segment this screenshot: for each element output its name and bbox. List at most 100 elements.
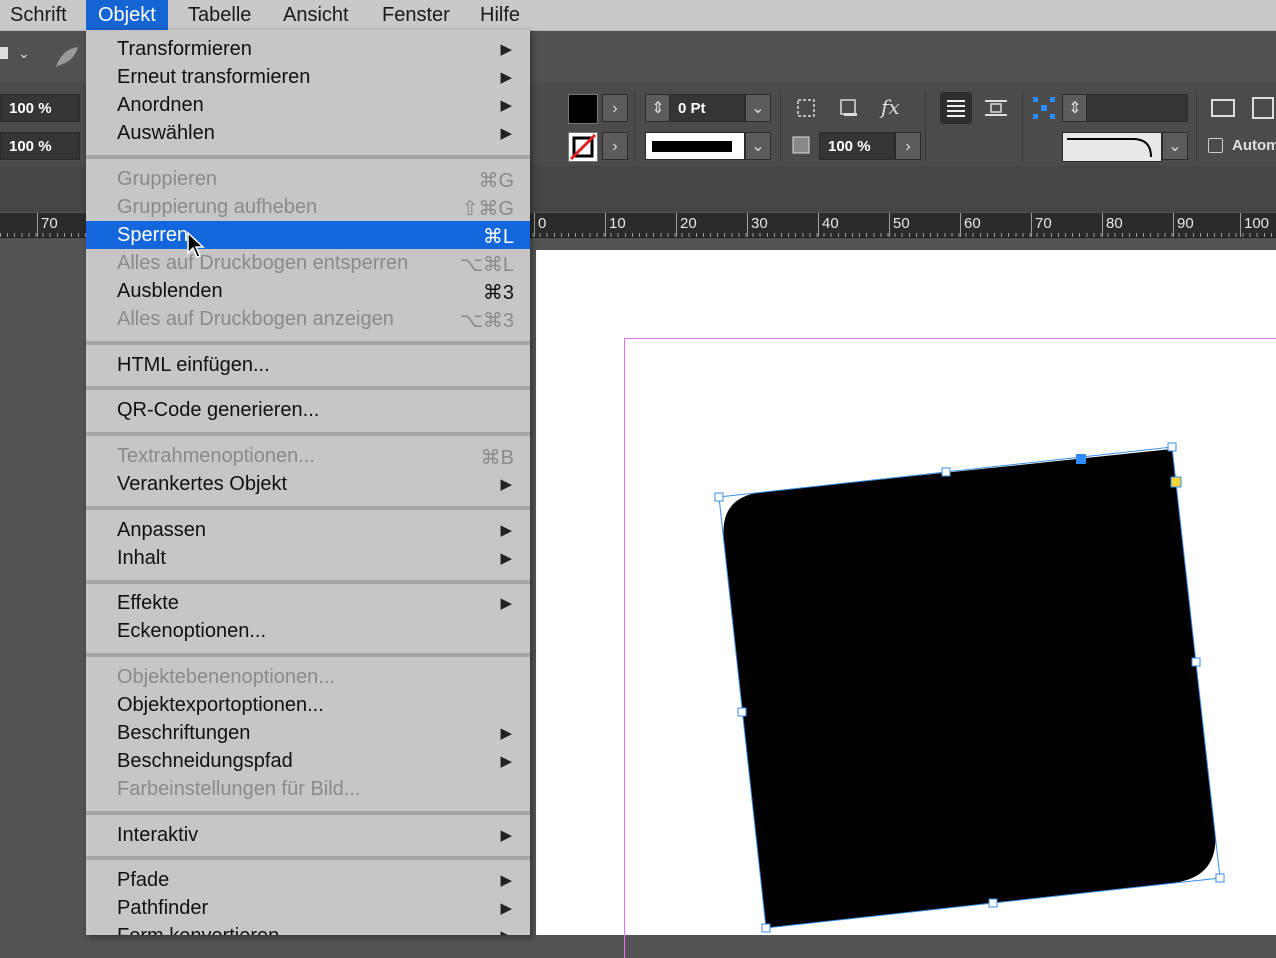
stroke-menu-button[interactable]: ›: [602, 132, 628, 160]
menu-ansicht[interactable]: Ansicht: [273, 0, 359, 30]
menu-item-effekte[interactable]: Effekte ▶: [86, 589, 530, 617]
ruler-label: 10: [609, 215, 626, 232]
menu-item-qr-code[interactable]: QR-Code generieren...: [86, 396, 530, 424]
shadow-icon[interactable]: [838, 97, 860, 119]
menu-divider: [86, 341, 530, 345]
ruler-label: 90: [1177, 215, 1194, 232]
submenu-arrow-icon: ▶: [500, 753, 512, 770]
submenu-arrow-icon: ▶: [500, 97, 512, 114]
stroke-type-preview: [652, 141, 732, 152]
menu-item-gruppieren: Gruppieren ⌘G: [117, 168, 514, 192]
corner-shape-dropdown[interactable]: ⌄: [1162, 132, 1188, 160]
menu-item-interaktiv[interactable]: Interaktiv ▶: [86, 821, 530, 849]
submenu-arrow-icon: ▶: [500, 872, 512, 889]
fx-icon[interactable]: fx: [881, 95, 900, 119]
fill-menu-button[interactable]: ›: [602, 94, 628, 122]
stroke-type-dropdown[interactable]: ⌄: [745, 132, 771, 160]
menu-fenster[interactable]: Fenster: [372, 0, 460, 30]
menu-tabelle[interactable]: Tabelle: [178, 0, 261, 30]
menu-item-objektexportoptionen[interactable]: Objektexportoptionen...: [86, 691, 530, 719]
selected-rounded-rectangle[interactable]: [700, 430, 1240, 935]
ruler-label: 70: [41, 215, 58, 232]
feather-icon[interactable]: [52, 43, 82, 71]
menu-item-transformieren[interactable]: Transformieren ▶: [86, 35, 530, 63]
menu-item-auswaehlen[interactable]: Auswählen ▶: [86, 119, 530, 147]
submenu-arrow-icon: ▶: [500, 41, 512, 58]
ruler-tick: [889, 213, 890, 237]
opacity-field[interactable]: 100 %: [819, 132, 895, 160]
menu-divider: [86, 432, 530, 436]
menu-divider: [86, 386, 530, 390]
reference-point-icon[interactable]: [1031, 95, 1057, 121]
submenu-arrow-icon: ▶: [500, 69, 512, 86]
opacity-menu-button[interactable]: ›: [895, 132, 921, 160]
menu-divider: [86, 811, 530, 815]
auto-fit-checkbox[interactable]: [1208, 138, 1223, 153]
submenu-arrow-icon: ▶: [500, 522, 512, 539]
frame-fit-proportional-icon[interactable]: [1250, 95, 1276, 121]
menu-hilfe[interactable]: Hilfe: [470, 0, 530, 30]
submenu-arrow-icon: ▶: [500, 900, 512, 917]
auto-fit-label: Autom: [1232, 137, 1276, 154]
corner-shape-field[interactable]: [1062, 132, 1162, 162]
menu-item-ausblenden[interactable]: Ausblenden ⌘3: [86, 277, 530, 305]
ruler-tick: [1102, 213, 1103, 237]
stepper-icon[interactable]: ⇕: [645, 94, 671, 122]
ruler-label: 40: [822, 215, 839, 232]
fill-swatch-icon[interactable]: [568, 94, 598, 124]
menu-objekt[interactable]: Objekt: [86, 0, 168, 30]
menu-item-anpassen[interactable]: Anpassen ▶: [86, 516, 530, 544]
separator: [925, 91, 926, 161]
menu-item-verankertes-objekt[interactable]: Verankertes Objekt ▶: [86, 470, 530, 498]
ruler-tick: [747, 213, 748, 237]
menu-item-pathfinder[interactable]: Pathfinder ▶: [86, 894, 530, 922]
objekt-menu: Transformieren ▶ Erneut transformieren ▶ A…: [86, 30, 530, 935]
stroke-none-swatch-icon[interactable]: [568, 132, 598, 162]
submenu-arrow-icon: ▶: [500, 827, 512, 844]
stroke-weight-field[interactable]: 0 Pt: [669, 94, 745, 122]
frame-fit-icon[interactable]: [795, 97, 817, 119]
ruler-tick: [1031, 213, 1032, 237]
ruler-tick: [1173, 213, 1174, 237]
menu-item-textrahmenoptionen: Textrahmenoptionen... ⌘B: [117, 445, 514, 469]
submenu-arrow-icon: ▶: [500, 476, 512, 493]
menu-item-beschriftungen[interactable]: Beschriftungen ▶: [86, 719, 530, 747]
scale-x-field[interactable]: 100 %: [0, 94, 80, 122]
opacity-icon: [792, 136, 810, 154]
menu-item-sperren[interactable]: Sperren ⌘L: [86, 221, 530, 249]
menu-item-eckenoptionen[interactable]: Eckenoptionen...: [86, 617, 530, 645]
ruler-label: 30: [751, 215, 768, 232]
wrap-offset-field[interactable]: [1086, 94, 1188, 122]
ruler-tick: [605, 213, 606, 237]
ruler-label: 70: [1035, 215, 1052, 232]
menu-divider: [86, 506, 530, 510]
separator: [780, 91, 781, 161]
menu-divider: [86, 653, 530, 657]
stroke-type-field[interactable]: [645, 132, 745, 160]
mouse-cursor-icon: [187, 231, 205, 258]
menu-item-html-einfuegen[interactable]: HTML einfügen...: [86, 351, 530, 379]
menu-item-pfade[interactable]: Pfade ▶: [86, 866, 530, 894]
ruler-tick: [960, 213, 961, 237]
ruler-label: 0: [538, 215, 547, 232]
menu-schrift[interactable]: Schrift: [0, 0, 77, 30]
stepper-icon-right[interactable]: ⇕: [1062, 94, 1088, 122]
menu-item-inhalt[interactable]: Inhalt ▶: [86, 544, 530, 572]
wrap-icon[interactable]: [982, 93, 1010, 123]
menu-divider: [86, 155, 530, 159]
ruler-label: 20: [680, 215, 697, 232]
stroke-weight-dropdown[interactable]: ⌄: [745, 94, 771, 122]
menu-item-farbeinstellungen: Farbeinstellungen für Bild...: [117, 778, 361, 800]
grid-icon[interactable]: [0, 47, 8, 59]
scale-y-field[interactable]: 100 %: [0, 132, 80, 160]
align-text-icon[interactable]: [940, 92, 972, 124]
menu-item-erneut-transformieren[interactable]: Erneut transformieren ▶: [86, 63, 530, 91]
ruler-tick: [818, 213, 819, 237]
frame-content-icon[interactable]: [1209, 95, 1237, 121]
submenu-arrow-icon: ▶: [500, 725, 512, 742]
chevron-down-icon[interactable]: ⌄: [18, 45, 30, 62]
menu-item-form-konvertieren[interactable]: Form konvertieren▶: [86, 922, 530, 935]
menu-item-anordnen[interactable]: Anordnen ▶: [86, 91, 530, 119]
menu-item-beschneidungspfad[interactable]: Beschneidungspfad ▶: [86, 747, 530, 775]
separator: [1022, 91, 1023, 161]
